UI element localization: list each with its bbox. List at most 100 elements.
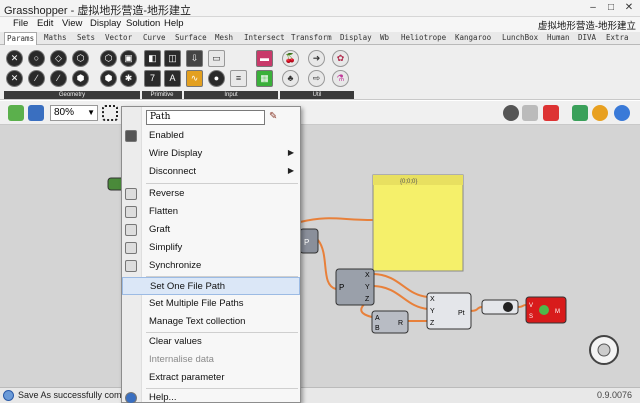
menu-item-internalise-data: Internalise data: [149, 354, 214, 365]
tree-icon[interactable]: ♣: [282, 70, 299, 87]
group-label-primitive: Primitive: [142, 91, 182, 99]
menu-item-wire-display[interactable]: Wire Display ▶: [122, 145, 300, 163]
bake-icon[interactable]: [572, 105, 588, 121]
navigation-wheel-center: [597, 343, 611, 357]
menu-item-disconnect[interactable]: Disconnect ▶: [122, 163, 300, 181]
tab-intersect[interactable]: Intersect: [244, 33, 285, 42]
toggle-icon[interactable]: ●: [208, 70, 225, 87]
number-icon[interactable]: 7: [144, 70, 161, 87]
canvas-toolbar: 80% ▼: [0, 101, 640, 125]
wire-panel: [299, 217, 374, 223]
tab-wb[interactable]: Wb: [380, 33, 389, 42]
tab-maths[interactable]: Maths: [44, 33, 67, 42]
tab-sets[interactable]: Sets: [77, 33, 95, 42]
arrow-right-icon[interactable]: ➜: [308, 50, 325, 67]
chevron-down-icon: ▼: [87, 108, 95, 117]
cherry-icon[interactable]: 🍒: [282, 50, 299, 67]
help-icon: [125, 392, 137, 403]
nickname-field[interactable]: Path: [146, 110, 265, 125]
component-ribbon: ✕ ○ ◇ ⬡ ✕ ∕ ∕ ⬢ ⬡ ▣ ⬢ ✱ Geometry ◧ ◫ 7 A…: [0, 45, 640, 100]
line-param-icon[interactable]: ∕: [28, 70, 45, 87]
panel-header-text: {0;0;0}: [400, 179, 417, 185]
group-primitive: ◧ ◫ 7 A Primitive: [142, 47, 182, 99]
brep-param-icon[interactable]: ⬢: [72, 70, 89, 87]
geometry-param-icon[interactable]: ⬢: [100, 70, 117, 87]
surface-param-icon[interactable]: ⬡: [72, 50, 89, 67]
gradient-icon[interactable]: ▬: [256, 50, 273, 67]
menu-display[interactable]: Display: [90, 18, 121, 29]
flask-icon[interactable]: ⚗: [332, 70, 349, 87]
integer-icon[interactable]: ◫: [164, 50, 181, 67]
mesh-icon: [539, 305, 549, 315]
tab-curve[interactable]: Curve: [143, 33, 166, 42]
menu-item-set-multiple-file-paths[interactable]: Set Multiple File Paths: [122, 295, 300, 313]
wire-points: [469, 306, 483, 312]
yellow-panel[interactable]: [372, 174, 464, 272]
tab-transform[interactable]: Transform: [291, 33, 332, 42]
point-param-icon[interactable]: ✕: [6, 50, 23, 67]
menu-item-simplify[interactable]: Simplify: [122, 239, 300, 257]
menu-item-enabled[interactable]: Enabled: [122, 127, 300, 145]
display-mode-icon[interactable]: [614, 105, 630, 121]
open-file-icon[interactable]: [8, 105, 24, 121]
tab-diva[interactable]: DIVA: [578, 33, 596, 42]
vector-param-icon[interactable]: ✕: [6, 70, 23, 87]
plane-param-icon[interactable]: ⬡: [100, 50, 117, 67]
field-param-icon[interactable]: ✱: [120, 70, 137, 87]
close-icon[interactable]: ✕: [622, 2, 636, 14]
cluster-icon[interactable]: ✿: [332, 50, 349, 67]
menu-file[interactable]: File: [13, 18, 28, 29]
tab-lunchbox[interactable]: LunchBox: [502, 33, 538, 42]
tab-display[interactable]: Display: [340, 33, 372, 42]
panel-header: [373, 175, 463, 185]
tab-extra[interactable]: Extra: [606, 33, 629, 42]
menu-bar: File Edit View Display Solution Help 虚拟地…: [0, 17, 640, 32]
tab-kangaroo[interactable]: Kangaroo: [455, 33, 491, 42]
maximize-icon[interactable]: □: [604, 2, 618, 14]
menu-item-reverse[interactable]: Reverse: [122, 185, 300, 203]
curve-param-icon[interactable]: ◇: [50, 50, 67, 67]
shaded-preview-icon[interactable]: [543, 105, 559, 121]
matrix-icon[interactable]: ▦: [256, 70, 273, 87]
zoom-select[interactable]: 80% ▼: [50, 105, 98, 121]
tab-human[interactable]: Human: [547, 33, 570, 42]
menu-help[interactable]: Help: [164, 18, 184, 29]
tab-params[interactable]: Params: [4, 32, 38, 45]
arrow-outline-icon[interactable]: ⇨: [308, 70, 325, 87]
minimize-icon[interactable]: –: [586, 2, 600, 14]
menu-edit[interactable]: Edit: [37, 18, 53, 29]
graft-icon: [125, 224, 137, 236]
grasshopper-canvas[interactable]: P {0;0;0} P X Y Z A B R X Y Z Pt V S M: [0, 125, 640, 387]
zoom-extents-icon[interactable]: [102, 105, 118, 121]
panel-input-icon[interactable]: ▭: [208, 50, 225, 67]
menu-item-graft[interactable]: Graft: [122, 221, 300, 239]
menu-item-synchronize[interactable]: Synchronize: [122, 257, 300, 275]
menu-item-manage-text-collection[interactable]: Manage Text collection: [122, 313, 300, 331]
tab-vector[interactable]: Vector: [105, 33, 132, 42]
pen-icon[interactable]: ✎: [269, 111, 277, 122]
tab-heliotrope[interactable]: Heliotrope: [401, 33, 446, 42]
menu-item-clear-values[interactable]: Clear values: [122, 333, 300, 351]
mesh-param-icon[interactable]: ∕: [50, 70, 67, 87]
menu-item-flatten[interactable]: Flatten: [122, 203, 300, 221]
tab-surface[interactable]: Surface: [175, 33, 207, 42]
menu-view[interactable]: View: [62, 18, 82, 29]
multiply-in-a: A: [375, 315, 380, 322]
wireframe-icon[interactable]: [522, 105, 538, 121]
sphere-icon[interactable]: [592, 105, 608, 121]
boolean-icon[interactable]: ◧: [144, 50, 161, 67]
preview-icon[interactable]: [503, 105, 519, 121]
menu-solution[interactable]: Solution: [126, 18, 160, 29]
menu-item-extract-parameter[interactable]: Extract parameter: [122, 369, 300, 387]
slider-icon[interactable]: ⇩: [186, 50, 203, 67]
save-file-icon[interactable]: [28, 105, 44, 121]
graph-mapper-icon[interactable]: ∿: [186, 70, 203, 87]
tab-mesh[interactable]: Mesh: [215, 33, 233, 42]
menu-item-set-one-file-path[interactable]: Set One File Path: [122, 277, 300, 295]
value-list-icon[interactable]: ≡: [230, 70, 247, 87]
menu-item-help[interactable]: Help...: [122, 389, 300, 403]
box-param-icon[interactable]: ▣: [120, 50, 137, 67]
circle-param-icon[interactable]: ○: [28, 50, 45, 67]
text-icon[interactable]: A: [164, 70, 181, 87]
group-label-util: Util: [280, 91, 354, 99]
